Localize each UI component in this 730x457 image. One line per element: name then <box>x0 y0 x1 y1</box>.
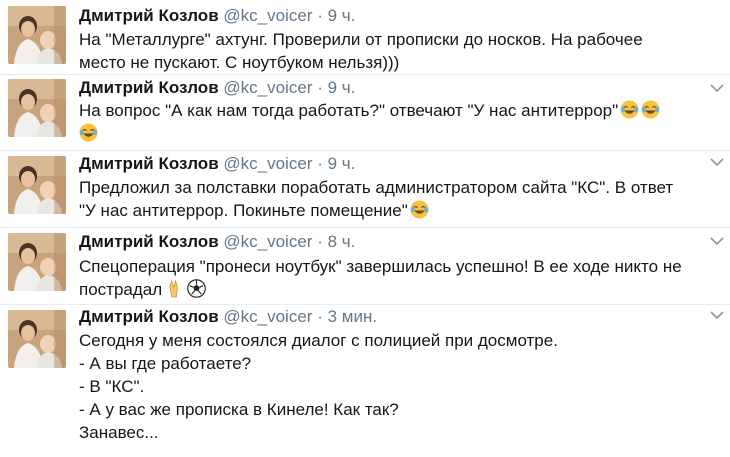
author-name[interactable]: Дмитрий Козлов <box>79 232 219 251</box>
timestamp[interactable]: 8 ч. <box>328 232 356 251</box>
tweet-text-line: Спецоперация "пронеси ноутбук" завершила… <box>79 257 682 276</box>
avatar[interactable] <box>8 156 66 214</box>
chevron-down-icon[interactable] <box>710 157 724 167</box>
tweet[interactable]: Дмитрий Козлов @kc_voicer · 9 ч. На вопр… <box>0 75 730 150</box>
tweet-text-line: место не пускают. С ноутбуком нельзя))) <box>79 53 400 72</box>
tweet-text: На "Металлурге" ахтунг. Проверили от про… <box>79 28 709 74</box>
timestamp[interactable]: 3 мин. <box>328 307 377 326</box>
tweet-text-line <box>79 122 709 145</box>
chevron-down-icon[interactable] <box>710 83 724 93</box>
timestamp[interactable]: 9 ч. <box>328 78 356 97</box>
separator-dot: · <box>317 6 323 25</box>
tweet-text-line: "У нас антитеррор. Покиньте помещение" <box>79 199 709 222</box>
tweet-text: Предложил за полставки поработать админи… <box>79 176 709 222</box>
separator-dot: · <box>317 232 323 251</box>
tweet-text-line: - А вы где работаете? <box>79 354 252 373</box>
tweet-text-line: пострадал <box>79 278 709 301</box>
tweet-text-segment: "У нас антитеррор. Покиньте помещение" <box>79 201 408 220</box>
author-handle[interactable]: @kc_voicer <box>223 6 312 25</box>
tweet-header: Дмитрий Козлов @kc_voicer · 3 мин. <box>79 307 377 327</box>
tweet[interactable]: Дмитрий Козлов @kc_voicer · 8 ч. Спецопе… <box>0 228 730 304</box>
separator-dot: · <box>317 78 323 97</box>
author-handle[interactable]: @kc_voicer <box>223 307 312 326</box>
tweet-text-line: На "Металлурге" ахтунг. Проверили от про… <box>79 30 643 49</box>
author-handle[interactable]: @kc_voicer <box>223 232 312 251</box>
tweet-text-segment: пострадал <box>79 280 163 299</box>
face-with-tears-of-joy-icon <box>409 200 429 219</box>
tweet-header: Дмитрий Козлов @kc_voicer · 8 ч. <box>79 232 355 252</box>
separator-dot: · <box>317 154 323 173</box>
avatar[interactable] <box>8 310 66 368</box>
tweet[interactable]: Дмитрий Козлов @kc_voicer · 3 мин. Сегод… <box>0 305 730 457</box>
tweet[interactable]: Дмитрий Козлов @kc_voicer · 9 ч. Предлож… <box>0 151 730 227</box>
tweet-text-line: Сегодня у меня состоялся диалог с полици… <box>79 331 558 350</box>
separator-dot: · <box>317 307 323 326</box>
tweet-header: Дмитрий Козлов @kc_voicer · 9 ч. <box>79 154 355 174</box>
soccer-ball-icon <box>187 279 206 298</box>
avatar[interactable] <box>8 79 66 137</box>
tweet-text-line: - В "КС". <box>79 377 145 396</box>
chevron-down-icon[interactable] <box>710 236 724 246</box>
chevron-down-icon[interactable] <box>710 310 724 320</box>
timestamp[interactable]: 9 ч. <box>328 154 356 173</box>
tweet-header: Дмитрий Козлов @kc_voicer · 9 ч. <box>79 78 355 98</box>
author-name[interactable]: Дмитрий Козлов <box>79 307 219 326</box>
author-name[interactable]: Дмитрий Козлов <box>79 6 219 25</box>
tweet-text-line: Предложил за полставки поработать админи… <box>79 178 674 197</box>
timestamp[interactable]: 9 ч. <box>328 6 356 25</box>
tweet-text: Сегодня у меня состоялся диалог с полици… <box>79 329 709 444</box>
tweet[interactable]: Дмитрий Козлов @kc_voicer · 9 ч. На "Мет… <box>0 0 730 74</box>
tweet-text-segment: На вопрос "А как нам тогда работать?" от… <box>79 101 619 120</box>
face-with-tears-of-joy-icon <box>641 100 661 119</box>
avatar[interactable] <box>8 6 66 64</box>
avatar[interactable] <box>8 233 66 291</box>
face-with-tears-of-joy-icon <box>79 123 98 142</box>
author-name[interactable]: Дмитрий Козлов <box>79 154 219 173</box>
face-with-tears-of-joy-icon <box>620 100 640 119</box>
victory-hand-icon <box>169 280 178 298</box>
tweet-text-line: - А у вас же прописка в Кинеле! Как так? <box>79 400 399 419</box>
author-handle[interactable]: @kc_voicer <box>223 78 312 97</box>
author-handle[interactable]: @kc_voicer <box>223 154 312 173</box>
tweet-header: Дмитрий Козлов @kc_voicer · 9 ч. <box>79 6 355 26</box>
tweet-text: На вопрос "А как нам тогда работать?" от… <box>79 99 709 145</box>
tweet-text-line: На вопрос "А как нам тогда работать?" от… <box>79 99 709 122</box>
tweet-text-line: Занавес... <box>79 423 159 442</box>
author-name[interactable]: Дмитрий Козлов <box>79 78 219 97</box>
tweet-text: Спецоперация "пронеси ноутбук" завершила… <box>79 255 709 301</box>
